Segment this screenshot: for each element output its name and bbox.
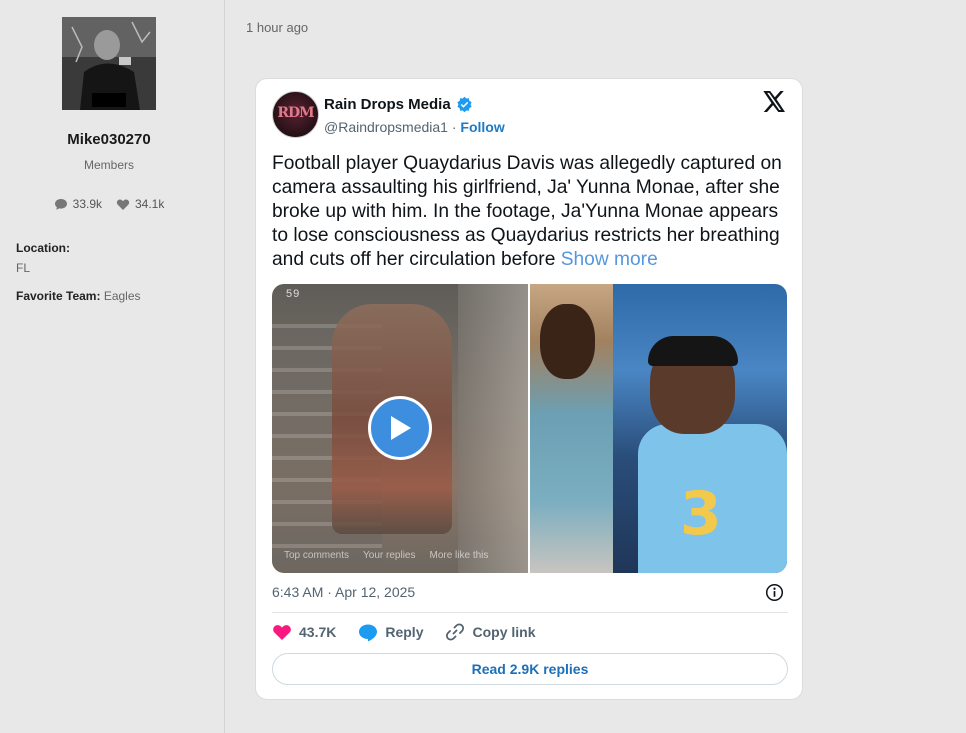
tweet-avatar-text: RDM (277, 105, 314, 121)
messages-stat[interactable]: 33.9k (54, 197, 102, 211)
reply-label: Reply (385, 624, 424, 640)
tweet-photo[interactable]: 3 (530, 284, 787, 573)
video-overlay-text: Top comments Your replies More like this (284, 550, 489, 561)
tweet-author-handle: @Raindropsmedia1 · Follow (324, 119, 505, 135)
user-avatar[interactable] (62, 17, 156, 110)
user-sidebar: Mike030270 Members 33.9k 34.1k Location:… (0, 0, 225, 733)
user-stats: 33.9k 34.1k (0, 197, 218, 211)
location-label: Location: (16, 241, 70, 255)
reply-button[interactable]: Reply (358, 623, 423, 642)
like-button[interactable]: 43.7K (272, 623, 336, 641)
favorite-team: Favorite Team: Eagles (16, 289, 141, 303)
like-count: 43.7K (299, 624, 337, 640)
location-value: FL (16, 261, 31, 275)
video-counter: 59 (286, 288, 301, 300)
tweet-author-name[interactable]: Rain Drops Media (324, 96, 473, 113)
messages-count: 33.9k (72, 197, 102, 211)
avatar-image (62, 17, 156, 110)
play-icon (391, 416, 411, 440)
handle-separator: · (451, 119, 457, 135)
info-icon[interactable] (765, 583, 784, 607)
tweet-video[interactable]: 59 Top comments Your replies More like t… (272, 284, 528, 573)
tweet-body: Football player Quaydarius Davis was all… (272, 153, 782, 270)
copy-link-label: Copy link (472, 624, 536, 640)
reply-icon (359, 624, 378, 641)
favorite-team-value: Eagles (103, 289, 141, 303)
tweet-divider (272, 612, 788, 613)
tweet-text: Football player Quaydarius Davis was all… (272, 152, 792, 272)
reactions-stat[interactable]: 34.1k (116, 197, 164, 211)
show-more-link[interactable]: Show more (561, 249, 658, 270)
comment-icon (54, 198, 67, 210)
tweet-author-avatar[interactable]: RDM (272, 91, 319, 138)
heart-icon (273, 625, 291, 640)
x-logo-icon[interactable] (763, 91, 786, 117)
link-icon (446, 623, 465, 641)
read-replies-button[interactable]: Read 2.9K replies (272, 653, 788, 685)
copy-link-button[interactable]: Copy link (445, 622, 536, 642)
handle-text[interactable]: @Raindropsmedia1 (324, 119, 448, 135)
favorite-team-label: Favorite Team: (16, 289, 101, 303)
username[interactable]: Mike030270 (0, 131, 218, 148)
tweet-actions: 43.7K Reply Copy link (272, 622, 558, 642)
play-button[interactable] (368, 396, 432, 460)
post-time[interactable]: 1 hour ago (246, 20, 308, 35)
embedded-tweet: RDM Rain Drops Media @Raindropsmedia1 · … (255, 78, 803, 700)
verified-badge-icon (457, 96, 472, 113)
user-group: Members (83, 158, 134, 172)
jersey-number: 3 (680, 479, 722, 549)
tweet-media: 59 Top comments Your replies More like t… (272, 284, 787, 573)
reactions-count: 34.1k (135, 197, 165, 211)
follow-link[interactable]: Follow (460, 119, 504, 135)
tweet-timestamp[interactable]: 6:43 AM · Apr 12, 2025 (272, 584, 415, 600)
heart-icon (116, 199, 130, 210)
